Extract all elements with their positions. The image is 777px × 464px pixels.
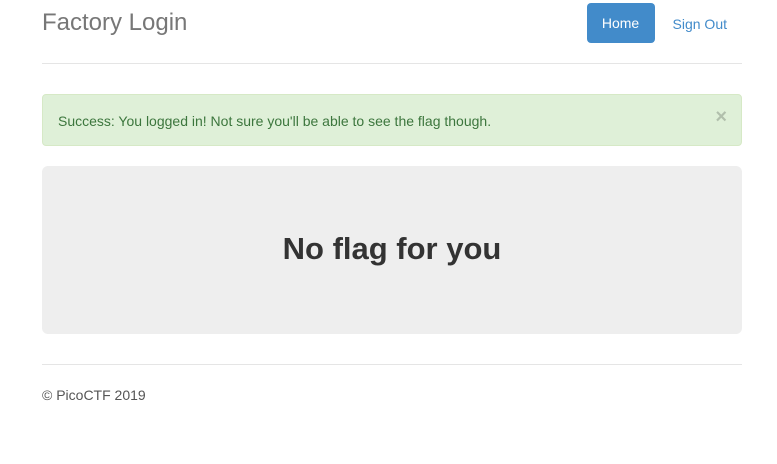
- nav-home-button[interactable]: Home: [586, 3, 655, 43]
- page-title: Factory Login: [42, 9, 188, 36]
- footer-copyright: © PicoCTF 2019: [42, 387, 146, 403]
- nav-bar: Home Sign Out: [586, 3, 742, 43]
- success-alert: Success: You logged in! Not sure you'll …: [42, 94, 742, 146]
- footer: © PicoCTF 2019: [42, 364, 742, 403]
- page: Factory Login Home Sign Out Success: You…: [0, 0, 777, 464]
- header: Factory Login Home Sign Out: [42, 0, 742, 64]
- nav-signout-link[interactable]: Sign Out: [655, 3, 742, 43]
- alert-message: Success: You logged in! Not sure you'll …: [58, 113, 492, 129]
- jumbotron: No flag for you: [42, 166, 742, 334]
- main-heading: No flag for you: [282, 231, 502, 266]
- close-icon[interactable]: ×: [715, 107, 727, 127]
